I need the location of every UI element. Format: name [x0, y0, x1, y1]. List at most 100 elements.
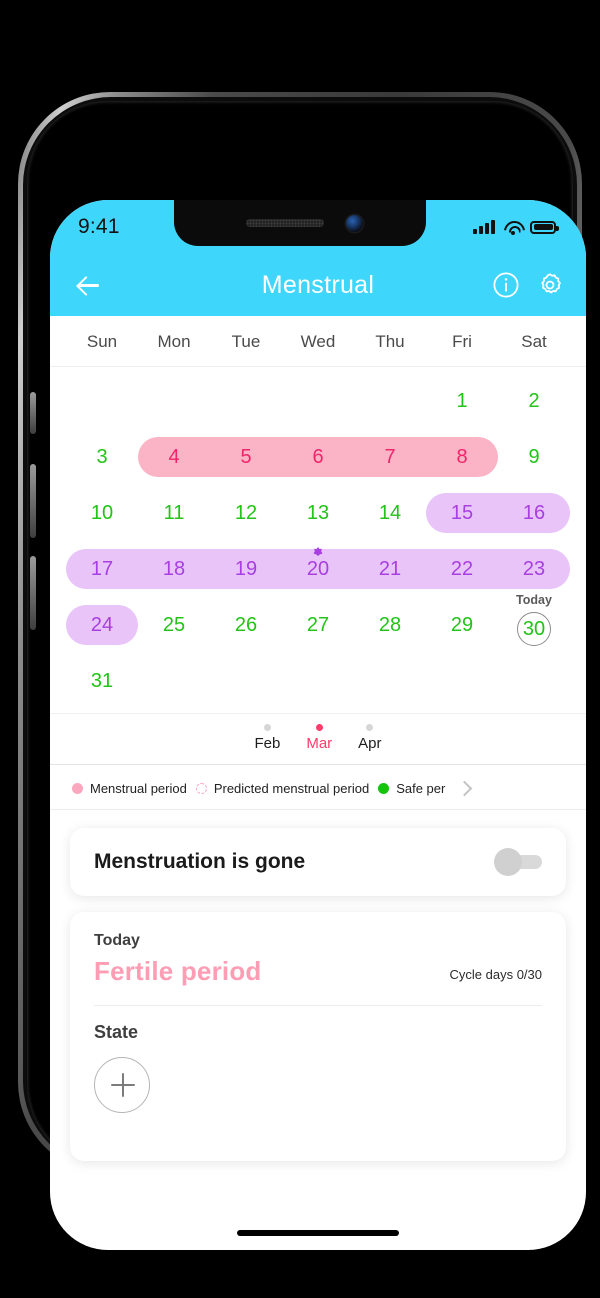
- chevron-right-icon[interactable]: [456, 779, 472, 797]
- legend-label: Predicted menstrual period: [213, 780, 370, 796]
- ovulation-marker-icon: [313, 547, 323, 556]
- calendar-day-20[interactable]: 20: [282, 541, 354, 597]
- calendar-day-8[interactable]: 8: [426, 429, 498, 485]
- month-dot-icon: [263, 724, 271, 731]
- calendar-week-row: 17 18 19 20 21 22 23: [66, 541, 570, 597]
- calendar-day-empty: [138, 373, 210, 429]
- calendar-day-7[interactable]: 7: [354, 429, 426, 485]
- legend-swatch-menstrual-icon: [72, 782, 83, 794]
- info-circle-icon[interactable]: [492, 271, 520, 299]
- calendar-day-29[interactable]: 29: [426, 597, 498, 653]
- cycle-days-value: 0/30: [516, 967, 542, 982]
- content-area: Menstruation is gone Today Fertile perio…: [50, 810, 586, 1161]
- header-actions: [492, 271, 564, 299]
- calendar-day-number: 2: [528, 389, 540, 412]
- calendar-day-13[interactable]: 13: [282, 485, 354, 541]
- calendar-grid: 1 2 3 4 5 6 7 8 9 10 11 12 13 14 15 16 17 18 19 20 21 22 23 24 2…: [50, 367, 586, 713]
- calendar-day-number: 26: [234, 613, 258, 636]
- today-badge-label: Today: [516, 593, 552, 607]
- calendar-day-27[interactable]: 27: [282, 597, 354, 653]
- calendar-day-number: 17: [90, 557, 114, 580]
- state-spacer: [94, 1113, 542, 1139]
- card-divider: [94, 1005, 542, 1006]
- month-label: Apr: [358, 735, 382, 752]
- status-bar-clock: 9:41: [78, 215, 120, 238]
- month-label: Feb: [254, 735, 281, 752]
- calendar-day-22[interactable]: 22: [426, 541, 498, 597]
- calendar-day-number: 28: [378, 613, 402, 636]
- calendar-day-23[interactable]: 23: [498, 541, 570, 597]
- calendar-day-16[interactable]: 16: [498, 485, 570, 541]
- calendar-day-empty: [354, 373, 426, 429]
- calendar-day-14[interactable]: 14: [354, 485, 426, 541]
- calendar-day-28[interactable]: 28: [354, 597, 426, 653]
- weekday-fri: Fri: [452, 332, 472, 351]
- month-switcher[interactable]: Feb Mar Apr: [50, 713, 586, 765]
- volume-up-button[interactable]: [30, 464, 36, 538]
- calendar-day-number: 7: [384, 445, 396, 468]
- calendar-day-number: 23: [522, 557, 546, 580]
- status-bar-indicators: [473, 220, 559, 235]
- calendar-day-number: 11: [163, 501, 185, 524]
- calendar-day-number: 9: [528, 445, 540, 468]
- weekday-thu: Thu: [375, 332, 405, 351]
- calendar-weekday-header: Sun Mon Tue Wed Thu Fri Sat: [50, 320, 586, 367]
- calendar-day-18[interactable]: 18: [138, 541, 210, 597]
- calendar-day-6[interactable]: 6: [282, 429, 354, 485]
- calendar-day-10[interactable]: 10: [66, 485, 138, 541]
- cycle-days-label: Cycle days: [449, 967, 514, 982]
- status-title: Fertile period: [94, 956, 262, 986]
- calendar-day-empty: [210, 373, 282, 429]
- menstruation-gone-card[interactable]: Menstruation is gone: [70, 828, 566, 896]
- calendar-day-31[interactable]: 31: [66, 653, 138, 709]
- calendar-day-number: 29: [450, 613, 474, 636]
- calendar-day-empty: [498, 653, 570, 709]
- screenshot-stage: 9:41 Menstrual Sun Mon Tue Wed Thu Fri S…: [0, 0, 600, 1298]
- calendar-day-21[interactable]: 21: [354, 541, 426, 597]
- calendar-day-number: 3: [96, 445, 108, 468]
- calendar-day-2[interactable]: 2: [498, 373, 570, 429]
- weekday-tue: Tue: [231, 332, 261, 351]
- calendar-day-number: 21: [378, 557, 402, 580]
- calendar-day-26[interactable]: 26: [210, 597, 282, 653]
- legend-swatch-safe-icon: [378, 782, 390, 794]
- calendar-week-row: 31: [66, 653, 570, 709]
- month-tab-apr[interactable]: Apr: [358, 724, 382, 752]
- legend-bar[interactable]: Menstrual period Predicted menstrual per…: [50, 765, 586, 810]
- calendar-day-11[interactable]: 11: [138, 485, 210, 541]
- calendar-day-30[interactable]: Today 30: [498, 593, 570, 653]
- calendar-day-empty: [282, 653, 354, 709]
- month-dot-icon: [366, 724, 374, 731]
- legend-item-safe-period: Safe per: [378, 781, 445, 796]
- plus-icon[interactable]: [94, 1057, 150, 1113]
- home-indicator[interactable]: [237, 1230, 399, 1236]
- calendar-day-24[interactable]: 24: [66, 597, 138, 653]
- calendar-day-3[interactable]: 3: [66, 429, 138, 485]
- mute-switch-button[interactable]: [30, 392, 36, 434]
- calendar-day-1[interactable]: 1: [426, 373, 498, 429]
- calendar-day-4[interactable]: 4: [138, 429, 210, 485]
- calendar-day-number: 15: [450, 501, 474, 524]
- back-arrow-icon[interactable]: [72, 268, 106, 302]
- calendar-day-19[interactable]: 19: [210, 541, 282, 597]
- calendar-day-12[interactable]: 12: [210, 485, 282, 541]
- phone-frame: 9:41 Menstrual Sun Mon Tue Wed Thu Fri S…: [18, 92, 586, 1250]
- today-label: Today: [94, 932, 140, 949]
- calendar-day-9[interactable]: 9: [498, 429, 570, 485]
- calendar: Sun Mon Tue Wed Thu Fri Sat 1 2 3 4 5 6 7 8 9 10 1…: [50, 316, 586, 713]
- calendar-day-number: 5: [240, 445, 252, 468]
- weekday-sat: Sat: [521, 332, 547, 351]
- calendar-day-number: 10: [90, 501, 114, 524]
- calendar-day-15[interactable]: 15: [426, 485, 498, 541]
- volume-down-button[interactable]: [30, 556, 36, 630]
- calendar-day-17[interactable]: 17: [66, 541, 138, 597]
- calendar-day-empty: [282, 373, 354, 429]
- month-tab-mar[interactable]: Mar: [306, 724, 332, 752]
- month-tab-feb[interactable]: Feb: [254, 724, 280, 752]
- calendar-day-5[interactable]: 5: [210, 429, 282, 485]
- calendar-day-25[interactable]: 25: [138, 597, 210, 653]
- calendar-day-number: 24: [90, 613, 114, 636]
- gear-icon[interactable]: [536, 271, 564, 299]
- calendar-day-number: 27: [306, 613, 330, 636]
- menstruation-gone-toggle[interactable]: [494, 848, 542, 876]
